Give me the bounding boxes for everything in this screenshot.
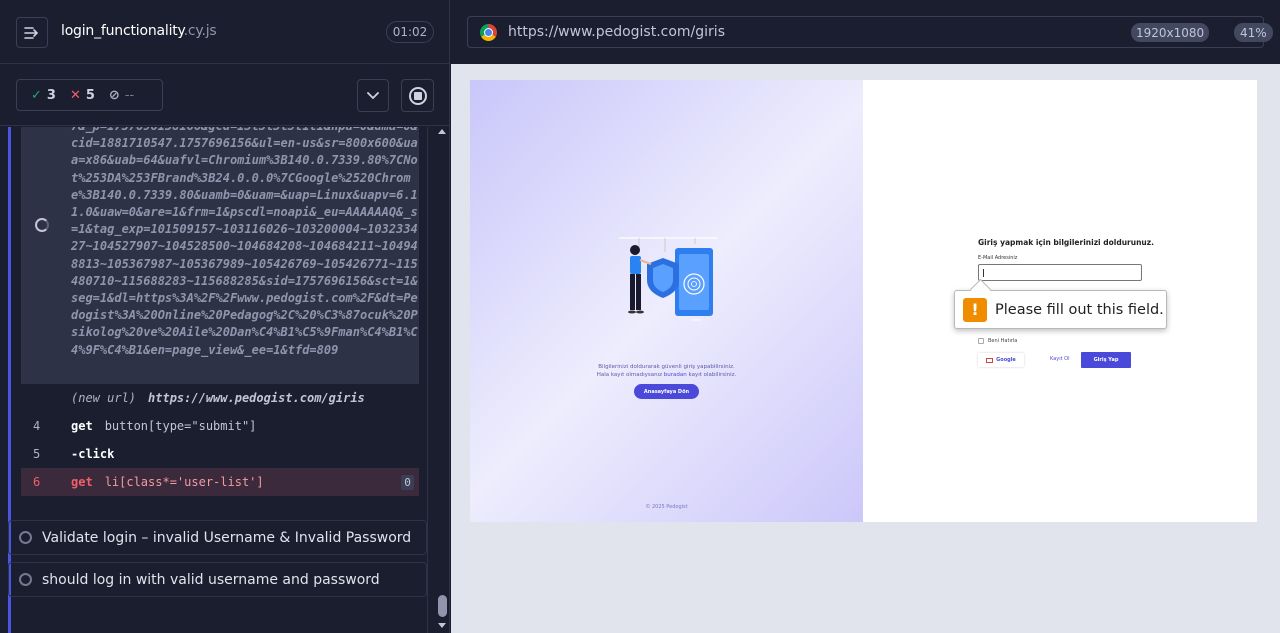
request-url-text: 7&_p=1757696158166&gcd=13l3l3l3l1l1&npa=… (71, 127, 418, 357)
scroll-up-icon[interactable] (438, 129, 446, 134)
test-title: should log in with valid username and pa… (42, 571, 380, 588)
aut-url: https://www.pedogist.com/giris (508, 24, 725, 40)
command-row[interactable]: 4 get button[type="submit"] (21, 412, 419, 440)
command-number: 5 (33, 447, 41, 461)
scroll-down-icon[interactable] (438, 623, 446, 628)
stop-icon (408, 86, 427, 105)
failed-count: ✕ 5 (70, 88, 95, 103)
remember-label: Beni Hatırla (988, 338, 1018, 344)
login-button[interactable]: Giriş Yap (1081, 352, 1131, 368)
command-name: -click (71, 447, 115, 461)
spec-file-extension: .cy.js (183, 23, 217, 39)
hero-line-2-pre: Hala kayıt olmadıysanız (596, 372, 664, 378)
hero-line-2: Hala kayıt olmadıysanız buradan kayıt ol… (470, 371, 863, 379)
form-title: Giriş yapmak için bilgilerinizi doldurun… (978, 238, 1154, 247)
sidebar-toggle-icon (24, 26, 39, 39)
command-number: 6 (33, 475, 41, 489)
stats-bar: ✓ 3 ✕ 5 ⊘ -- (0, 64, 450, 126)
test-item[interactable]: Validate login – invalid Username & Inva… (8, 520, 427, 555)
command-number: 4 (33, 419, 41, 433)
remember-checkbox[interactable] (978, 338, 984, 344)
viewport-size-badge[interactable]: 1920x1080 (1131, 23, 1210, 42)
command-arg: button[type="submit"] (104, 419, 257, 433)
log-scrollbar[interactable] (436, 127, 449, 633)
warning-icon: ! (963, 297, 987, 322)
duration-badge: 01:02 (386, 21, 434, 43)
spec-name: login_functionality.cy.js (61, 23, 217, 39)
command-arg: li[class*='user-list'] (104, 475, 264, 489)
pending-icon: ⊘ (108, 87, 120, 103)
cypress-runner: login_functionality.cy.js 01:02 ✓ 3 ✕ 5 ⊘ -… (0, 0, 1280, 633)
google-login-button[interactable]: Google (978, 353, 1024, 367)
stop-button[interactable] (401, 79, 434, 112)
command-name: get (71, 419, 93, 433)
register-here-link[interactable]: buradan (664, 372, 687, 378)
chrome-icon (480, 24, 497, 41)
failed-number: 5 (85, 87, 95, 103)
email-label: E-Mail Adresiniz (978, 255, 1018, 261)
spec-file-name: login_functionality (61, 23, 184, 39)
hero-text: Bilgilerinizi doldurarak güvenli giriş y… (470, 363, 863, 379)
register-link[interactable]: Kayıt Ol (1050, 356, 1069, 362)
new-url-value: https://www.pedogist.com/giris (148, 391, 365, 405)
pending-circle-icon (19, 573, 32, 586)
failed-command-row[interactable]: 6 get li[class*='user-list'] 0 (21, 468, 419, 496)
passed-number: 3 (46, 87, 56, 103)
login-hero: Bilgilerinizi doldurarak güvenli giriş y… (470, 80, 863, 522)
zoom-badge: 41% (1234, 23, 1273, 42)
spec-header: login_functionality.cy.js 01:02 (0, 0, 450, 64)
remember-me[interactable]: Beni Hatırla (978, 338, 1017, 344)
test-item[interactable]: should log in with valid username and pa… (8, 562, 427, 597)
aut-url-bar[interactable]: https://www.pedogist.com/giris 1920x1080… (467, 16, 1273, 48)
validation-tooltip: ! Please fill out this field. (954, 290, 1167, 329)
pending-count: ⊘ -- (109, 88, 134, 103)
copyright-text: © 2025 Pedogist (645, 504, 688, 510)
command-log: 7&_p=1757696158166&gcd=13l3l3l3l1l1&npa=… (0, 127, 435, 633)
aut-header: https://www.pedogist.com/giris 1920x1080… (451, 0, 1280, 64)
request-url-command[interactable]: 7&_p=1757696158166&gcd=13l3l3l3l1l1&npa=… (21, 127, 419, 384)
security-illustration-icon (619, 237, 717, 321)
loading-spinner-icon (35, 218, 49, 232)
toggle-specs-button[interactable] (16, 17, 48, 48)
command-log-panel: login_functionality.cy.js 01:02 ✓ 3 ✕ 5 ⊘ -… (0, 0, 450, 633)
validation-message: Please fill out this field. (995, 301, 1164, 318)
running-test: 7&_p=1757696158166&gcd=13l3l3l3l1l1&npa=… (8, 127, 428, 633)
check-icon: ✓ (31, 87, 42, 103)
gmail-icon (986, 357, 994, 363)
command-row[interactable]: 5 -click (21, 440, 419, 468)
text-caret (983, 269, 984, 277)
command-name: get (71, 475, 93, 489)
test-stats: ✓ 3 ✕ 5 ⊘ -- (16, 79, 163, 111)
passed-count: ✓ 3 (31, 88, 56, 103)
pending-number: -- (124, 87, 135, 103)
new-url-row[interactable]: (new url) https://www.pedogist.com/giris (21, 384, 419, 412)
chevron-down-icon (367, 91, 379, 99)
pending-circle-icon (19, 531, 32, 544)
email-input[interactable] (978, 264, 1142, 281)
test-title: Validate login – invalid Username & Inva… (42, 529, 412, 546)
element-count-badge: 0 (401, 475, 414, 490)
x-icon: ✕ (69, 87, 81, 103)
scroll-thumb[interactable] (438, 595, 447, 617)
home-button[interactable]: Anasayfaya Dön (634, 384, 699, 399)
hero-line-1: Bilgilerinizi doldurarak güvenli giriş y… (598, 364, 735, 370)
expand-collapse-button[interactable] (357, 79, 389, 112)
google-button-label: Google (996, 357, 1016, 363)
new-url-label: (new url) (71, 391, 137, 405)
hero-line-2-post: kayıt olabilirsiniz. (686, 372, 737, 378)
